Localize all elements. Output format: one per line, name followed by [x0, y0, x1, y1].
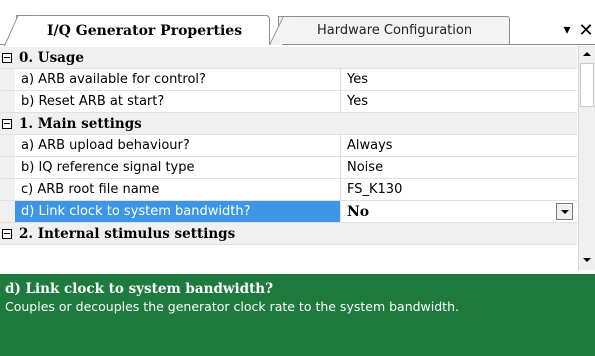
category-main-settings[interactable]: 1. Main settings [0, 113, 577, 135]
property-value[interactable]: Noise [341, 157, 577, 178]
scroll-down-arrow-icon[interactable] [579, 252, 595, 268]
row-gutter [0, 201, 15, 222]
category-internal-stimulus[interactable]: 2. Internal stimulus settings [0, 223, 577, 245]
description-text: Couples or decouples the generator clock… [5, 299, 459, 314]
property-value-dropdown[interactable]: No [341, 201, 577, 222]
scroll-up-arrow-icon[interactable] [579, 46, 595, 62]
document-tab-bar: I/Q Generator Properties Hardware Config… [0, 0, 595, 46]
dropdown-button[interactable] [556, 203, 573, 220]
property-row-iq-reference[interactable]: b) IQ reference signal type Noise [0, 157, 577, 179]
close-glyph: ✕ [578, 19, 594, 41]
property-name: d) Link clock to system bandwidth? [15, 201, 341, 222]
triangle-down-icon [583, 258, 591, 262]
collapse-minus-icon[interactable] [2, 228, 12, 239]
property-name: a) ARB upload behaviour? [15, 135, 341, 156]
row-gutter [0, 179, 15, 200]
row-gutter [0, 135, 15, 156]
property-name: a) ARB available for control? [15, 69, 341, 90]
tab-menu-dropdown-icon[interactable]: ▾ [560, 18, 574, 42]
tab-label: Hardware Configuration [317, 23, 473, 38]
category-usage[interactable]: 0. Usage [0, 47, 577, 69]
property-grid: 0. Usage a) ARB available for control? Y… [0, 46, 595, 270]
property-rows: 0. Usage a) ARB available for control? Y… [0, 47, 577, 245]
category-label: 0. Usage [19, 49, 84, 66]
scrollbar-thumb[interactable] [580, 63, 594, 107]
property-row-arb-root-file[interactable]: c) ARB root file name FS_K130 [0, 179, 577, 201]
property-value[interactable]: Always [341, 135, 577, 156]
category-label: 1. Main settings [19, 115, 142, 132]
vertical-scrollbar[interactable] [578, 46, 595, 270]
property-name: b) IQ reference signal type [15, 157, 341, 178]
category-label: 2. Internal stimulus settings [19, 225, 236, 242]
property-name: c) ARB root file name [15, 179, 341, 200]
property-row-arb-available[interactable]: a) ARB available for control? Yes [0, 69, 577, 91]
property-value[interactable]: FS_K130 [341, 179, 577, 200]
tab-iq-generator-properties[interactable]: I/Q Generator Properties [16, 15, 270, 45]
chevron-down-icon [560, 209, 569, 214]
chevron-down-icon: ▾ [563, 22, 571, 38]
close-icon[interactable]: ✕ [578, 18, 594, 42]
row-gutter [0, 157, 15, 178]
property-value-text: No [347, 203, 370, 220]
row-gutter [0, 69, 15, 90]
collapse-minus-icon[interactable] [2, 52, 12, 63]
tab-label: I/Q Generator Properties [47, 22, 243, 39]
row-gutter [0, 91, 15, 112]
property-value[interactable]: Yes [341, 91, 577, 112]
property-value[interactable]: Yes [341, 69, 577, 90]
collapse-minus-icon[interactable] [2, 118, 12, 129]
property-name: b) Reset ARB at start? [15, 91, 341, 112]
tab-hardware-configuration[interactable]: Hardware Configuration [278, 16, 510, 44]
triangle-up-icon [583, 52, 591, 56]
property-row-reset-arb[interactable]: b) Reset ARB at start? Yes [0, 91, 577, 113]
property-row-arb-upload[interactable]: a) ARB upload behaviour? Always [0, 135, 577, 157]
description-panel: d) Link clock to system bandwidth? Coupl… [0, 274, 595, 356]
property-row-link-clock[interactable]: d) Link clock to system bandwidth? No [0, 201, 577, 223]
description-title: d) Link clock to system bandwidth? [5, 281, 274, 297]
